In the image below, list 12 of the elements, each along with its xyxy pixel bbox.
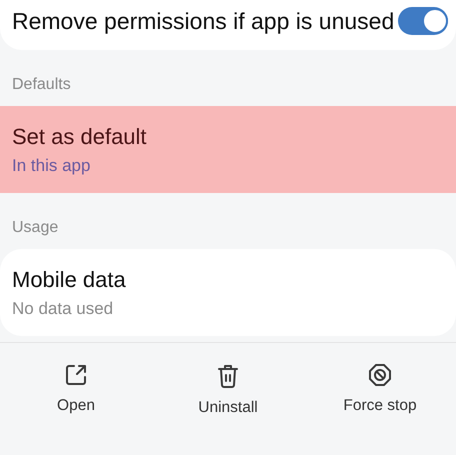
- toggle-switch[interactable]: [398, 7, 448, 35]
- section-header: Usage: [11, 218, 60, 238]
- section-header: Defaults: [11, 75, 72, 95]
- highlighted-list-item[interactable]: Set as default In this app: [0, 106, 456, 193]
- setting-label: Remove permissions if app is unused: [12, 7, 396, 36]
- force-stop-button[interactable]: Force stop: [304, 363, 456, 417]
- trash-icon: [216, 363, 240, 389]
- uninstall-button[interactable]: Uninstall: [152, 363, 304, 417]
- open-external-icon: [64, 363, 88, 387]
- stop-icon: [368, 363, 392, 387]
- open-button[interactable]: Open: [0, 363, 152, 417]
- list-item[interactable]: Mobile data No data used: [0, 249, 456, 336]
